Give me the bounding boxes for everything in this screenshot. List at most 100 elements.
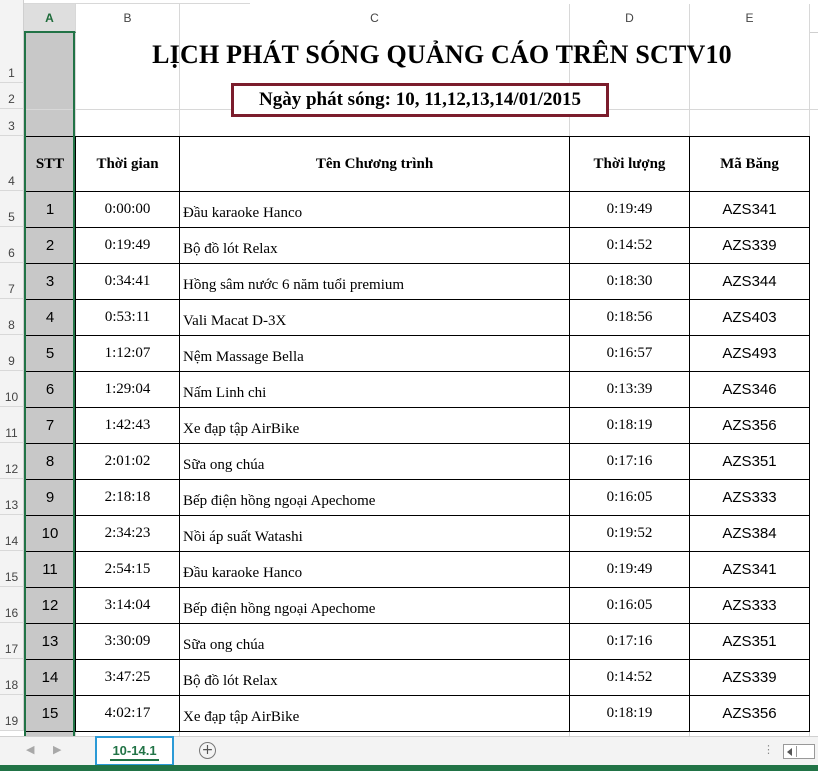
row-header-6[interactable]: 6	[0, 227, 24, 263]
cell-stt[interactable]: 7	[24, 407, 76, 444]
cell-duration[interactable]: 0:13:39	[569, 371, 690, 408]
cell-tape-code[interactable]: AZS346	[689, 371, 810, 408]
row-header-14[interactable]: 14	[0, 515, 24, 551]
select-all-corner[interactable]	[0, 0, 24, 33]
cell-time[interactable]: 1:29:04	[75, 371, 180, 408]
cell-tape-code[interactable]: AZS493	[689, 335, 810, 372]
cell-program[interactable]: Bộ đồ lót Relax	[179, 227, 570, 264]
cell-program[interactable]: Hồng sâm nước 6 năm tuổi premium	[179, 263, 570, 300]
cell-duration[interactable]: 0:16:05	[569, 587, 690, 624]
cell-program[interactable]: Bộ đồ lót Relax	[179, 659, 570, 696]
cell-tape-code[interactable]: AZS339	[689, 227, 810, 264]
cell-duration[interactable]: 0:17:16	[569, 443, 690, 480]
cell-program[interactable]: Bếp điện hồng ngoại Apechome	[179, 479, 570, 516]
cell-stt[interactable]: 14	[24, 659, 76, 696]
cell-time[interactable]: 0:00:00	[75, 191, 180, 228]
cell-duration[interactable]: 0:18:19	[569, 407, 690, 444]
cell-program[interactable]: Xe đạp tập AirBike	[179, 695, 570, 732]
row-header-10[interactable]: 10	[0, 371, 24, 407]
cell-duration[interactable]: 0:14:52	[569, 227, 690, 264]
cell-program[interactable]: Bếp điện hồng ngoại Apechome	[179, 587, 570, 624]
cell-program[interactable]: Nấm Linh chi	[179, 371, 570, 408]
cell-time[interactable]: 2:34:23	[75, 515, 180, 552]
cell-time[interactable]: 4:02:17	[75, 695, 180, 732]
column-header-b[interactable]: B	[76, 4, 180, 33]
nav-left-icon[interactable]: ◀	[26, 743, 34, 756]
cell-stt[interactable]: 15	[24, 695, 76, 732]
cell-duration[interactable]: 0:16:05	[569, 479, 690, 516]
sheet-tab-active[interactable]: 10-14.1	[95, 736, 174, 766]
cell-tape-code[interactable]: AZS344	[689, 263, 810, 300]
cell-stt[interactable]: 5	[24, 335, 76, 372]
row-header-15[interactable]: 15	[0, 551, 24, 587]
header-stt[interactable]: STT	[24, 136, 76, 192]
cell-time[interactable]: 2:54:15	[75, 551, 180, 588]
cell-program[interactable]: Xe đạp tập AirBike	[179, 407, 570, 444]
row-header-12[interactable]: 12	[0, 443, 24, 479]
header-time[interactable]: Thời gian	[75, 136, 180, 192]
cell-stt[interactable]: 2	[24, 227, 76, 264]
cell-stt[interactable]: 9	[24, 479, 76, 516]
row-header-1[interactable]: 1	[0, 33, 24, 83]
cell-tape-code[interactable]: AZS341	[689, 191, 810, 228]
row-header-3[interactable]: 3	[0, 109, 24, 136]
cell-time[interactable]: 1:42:43	[75, 407, 180, 444]
cell-stt[interactable]: 12	[24, 587, 76, 624]
cell-tape-code[interactable]: AZS356	[689, 695, 810, 732]
more-options-icon[interactable]: ⋮	[763, 743, 774, 756]
row-header-8[interactable]: 8	[0, 299, 24, 335]
cell-duration[interactable]: 0:18:19	[569, 695, 690, 732]
row-header-2[interactable]: 2	[0, 83, 24, 109]
cell-time[interactable]: 0:19:49	[75, 227, 180, 264]
header-tape-code[interactable]: Mã Băng	[689, 136, 810, 192]
cell-tape-code[interactable]: AZS403	[689, 299, 810, 336]
cell-duration[interactable]: 0:18:56	[569, 299, 690, 336]
cell-time[interactable]: 0:34:41	[75, 263, 180, 300]
cell-program[interactable]: Đầu karaoke Hanco	[179, 191, 570, 228]
row-header-11[interactable]: 11	[0, 407, 24, 443]
cell-duration[interactable]: 0:17:16	[569, 623, 690, 660]
cell-program[interactable]: Nồi áp suất Watashi	[179, 515, 570, 552]
cell-tape-code[interactable]: AZS351	[689, 623, 810, 660]
row-header-18[interactable]: 18	[0, 659, 24, 695]
cell-stt[interactable]: 1	[24, 191, 76, 228]
cell-time[interactable]: 3:30:09	[75, 623, 180, 660]
cell-tape-code[interactable]: AZS341	[689, 551, 810, 588]
cell-time[interactable]: 0:53:11	[75, 299, 180, 336]
plus-circle-icon[interactable]: +	[199, 742, 216, 759]
cell-stt[interactable]: 10	[24, 515, 76, 552]
cell-tape-code[interactable]: AZS333	[689, 479, 810, 516]
horizontal-scrollbar[interactable]	[783, 744, 815, 759]
scroll-left-icon[interactable]	[787, 748, 792, 756]
cell-tape-code[interactable]: AZS356	[689, 407, 810, 444]
scroll-thumb[interactable]	[796, 746, 812, 757]
cell-time[interactable]: 3:14:04	[75, 587, 180, 624]
cell-time[interactable]: 1:12:07	[75, 335, 180, 372]
cell-tape-code[interactable]: AZS384	[689, 515, 810, 552]
cell-tape-code[interactable]: AZS351	[689, 443, 810, 480]
cell-time[interactable]: 2:01:02	[75, 443, 180, 480]
cell-time[interactable]: 2:18:18	[75, 479, 180, 516]
cell-program[interactable]: Đầu karaoke Hanco	[179, 551, 570, 588]
cell-tape-code[interactable]: AZS339	[689, 659, 810, 696]
cell-duration[interactable]: 0:19:49	[569, 191, 690, 228]
column-header-d[interactable]: D	[570, 4, 690, 33]
cell-duration[interactable]: 0:14:52	[569, 659, 690, 696]
cell-duration[interactable]: 0:18:30	[569, 263, 690, 300]
cell-stt[interactable]: 4	[24, 299, 76, 336]
cell-stt[interactable]: 8	[24, 443, 76, 480]
cell-tape-code[interactable]: AZS333	[689, 587, 810, 624]
row-header-7[interactable]: 7	[0, 263, 24, 299]
cell-stt[interactable]: 6	[24, 371, 76, 408]
cell-stt[interactable]: 13	[24, 623, 76, 660]
row-header-9[interactable]: 9	[0, 335, 24, 371]
row-header-4[interactable]: 4	[0, 136, 24, 191]
cell-program[interactable]: Sữa ong chúa	[179, 443, 570, 480]
cell-stt[interactable]: 3	[24, 263, 76, 300]
nav-right-icon[interactable]: ▶	[53, 743, 61, 756]
row-header-16[interactable]: 16	[0, 587, 24, 623]
cell-program[interactable]: Nệm Massage Bella	[179, 335, 570, 372]
cell-duration[interactable]: 0:19:52	[569, 515, 690, 552]
cell-duration[interactable]: 0:19:49	[569, 551, 690, 588]
cell-program[interactable]: Sữa ong chúa	[179, 623, 570, 660]
